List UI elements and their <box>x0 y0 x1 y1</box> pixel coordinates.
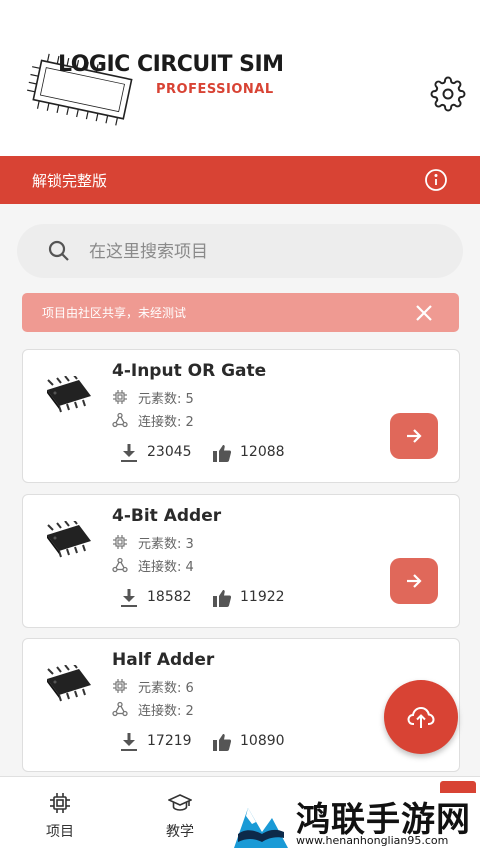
gear-icon[interactable] <box>430 76 466 112</box>
connection-icon <box>112 412 128 428</box>
element-count-text: 元素数: 3 <box>138 537 194 552</box>
open-project-button[interactable] <box>390 558 438 604</box>
graduation-cap-icon <box>168 794 192 811</box>
download-icon <box>121 589 137 607</box>
info-icon[interactable] <box>424 168 448 192</box>
element-count-text: 元素数: 6 <box>138 681 194 696</box>
project-card[interactable]: 4-Bit Adder 元素数: 3 连接数: 4 18582 11922 <box>22 494 460 628</box>
connection-count-text: 连接数: 4 <box>138 560 194 575</box>
nav-label: 教学 <box>166 824 194 840</box>
download-count-text: 17219 <box>147 733 192 749</box>
connection-count-text: 连接数: 2 <box>138 704 194 719</box>
nav-label: 项目 <box>46 824 74 840</box>
download-icon <box>121 733 137 751</box>
chip-icon <box>50 793 70 813</box>
watermark-logo-icon <box>234 808 288 848</box>
thumbs-up-icon <box>213 445 232 462</box>
element-count-text: 元素数: 5 <box>138 392 194 407</box>
open-project-button[interactable] <box>390 413 438 459</box>
project-card[interactable]: 4-Input OR Gate 元素数: 5 连接数: 2 23045 1208… <box>22 349 460 483</box>
close-icon[interactable] <box>408 297 440 329</box>
project-title: 4-Bit Adder <box>112 506 222 526</box>
search-input[interactable] <box>87 224 451 280</box>
project-title: Half Adder <box>112 650 215 670</box>
app-logo-subtitle: PROFESSIONAL <box>156 82 274 97</box>
chip-small-icon <box>113 679 127 693</box>
connection-count-text: 连接数: 2 <box>138 415 194 430</box>
connection-icon <box>112 701 128 717</box>
thumbs-up-icon <box>213 590 232 607</box>
watermark: 鸿联手游网 www.henanhonglian95.com <box>232 790 480 853</box>
arrow-right-icon <box>407 574 422 588</box>
chip-small-icon <box>113 390 127 404</box>
connection-icon <box>112 557 128 573</box>
project-title: 4-Input OR Gate <box>112 361 267 381</box>
like-count-text: 11922 <box>240 589 285 605</box>
community-notice: 项目由社区共享，未经测试 <box>22 293 459 332</box>
watermark-url: www.henanhonglian95.com <box>296 834 449 847</box>
ic-chip-icon <box>47 376 91 413</box>
nav-tab-projects[interactable]: 项目 <box>12 777 108 854</box>
search-bar <box>17 224 463 280</box>
like-count-text: 12088 <box>240 444 285 460</box>
ic-chip-icon <box>47 521 91 558</box>
cloud-upload-icon <box>407 706 435 728</box>
ic-chip-icon <box>47 665 91 702</box>
download-count-text: 23045 <box>147 444 192 460</box>
app-logo-title: LOGIC CIRCUIT SIM <box>58 52 284 77</box>
thumbs-up-icon <box>213 734 232 751</box>
arrow-right-icon <box>407 429 422 443</box>
banner-label: 解锁完整版 <box>32 172 108 190</box>
search-icon <box>48 240 69 261</box>
app-header: LOGIC CIRCUIT SIM PROFESSIONAL <box>0 0 480 156</box>
download-count-text: 18582 <box>147 589 192 605</box>
notice-text: 项目由社区共享，未经测试 <box>42 306 187 320</box>
nav-tab-tutorials[interactable]: 教学 <box>132 777 228 854</box>
download-icon <box>121 444 137 462</box>
upload-project-button[interactable] <box>384 680 458 754</box>
chip-small-icon <box>113 535 127 549</box>
unlock-full-version-banner[interactable]: 解锁完整版 <box>0 156 480 204</box>
like-count-text: 10890 <box>240 733 285 749</box>
